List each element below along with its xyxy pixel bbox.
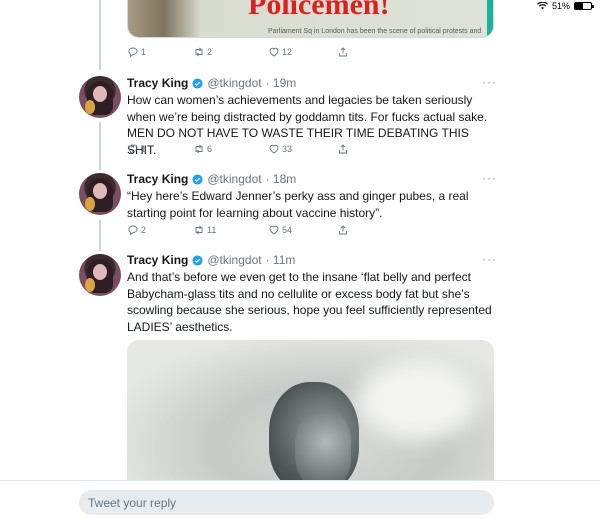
more-options-icon[interactable]: ···	[482, 252, 497, 266]
reply-button[interactable]: 1	[127, 143, 146, 155]
retweet-count: 11	[207, 225, 217, 235]
tweet-header: Tracy King @tkingdot · 19m	[127, 76, 296, 90]
media-caption: Parliament Sq in London has been the sce…	[268, 28, 482, 35]
tweet-actions: 2 11 54	[127, 224, 367, 238]
tweet-actions: 1 6 33	[127, 143, 367, 157]
more-options-icon[interactable]: ···	[482, 75, 497, 89]
retweet-count: 2	[207, 47, 213, 57]
timestamp[interactable]: · 18m	[266, 172, 297, 186]
like-button[interactable]: 33	[268, 143, 292, 155]
reply-icon	[128, 144, 138, 155]
user-handle[interactable]: @tkingdot	[207, 172, 261, 186]
tweet-text: And that’s before we even get to the ins…	[127, 270, 492, 334]
share-icon	[339, 225, 347, 235]
retweet-button[interactable]: 6	[193, 143, 212, 155]
heart-icon	[269, 47, 279, 57]
reply-count: 2	[141, 225, 147, 235]
media-title: Policemen!	[248, 0, 390, 21]
tweet-header: Tracy King @tkingdot · 18m	[127, 172, 296, 186]
like-count: 54	[282, 225, 293, 235]
retweet-icon	[195, 47, 203, 57]
like-count: 12	[282, 47, 293, 57]
verified-badge-icon	[192, 173, 203, 185]
avatar[interactable]	[79, 254, 121, 296]
reply-button[interactable]: 2	[127, 224, 146, 236]
user-handle[interactable]: @tkingdot	[207, 253, 261, 267]
tweet-media-image[interactable]	[127, 340, 494, 490]
heart-icon	[269, 225, 279, 235]
reply-count: 1	[141, 47, 147, 57]
share-icon	[339, 144, 347, 154]
tweet-header: Tracy King @tkingdot · 11m	[127, 253, 295, 267]
retweet-button[interactable]: 2	[193, 46, 212, 58]
like-button[interactable]: 54	[268, 224, 292, 236]
reply-bar	[0, 480, 600, 519]
share-icon	[339, 47, 347, 57]
timestamp[interactable]: · 11m	[266, 253, 296, 267]
retweet-icon	[195, 144, 203, 154]
verified-badge-icon	[192, 254, 203, 266]
thread-line	[99, 122, 101, 170]
like-button[interactable]: 12	[268, 46, 292, 58]
wifi-icon	[537, 2, 548, 10]
avatar[interactable]	[79, 173, 121, 215]
battery-percent: 51%	[551, 1, 570, 11]
user-handle[interactable]: @tkingdot	[207, 76, 261, 90]
reply-input[interactable]	[79, 490, 494, 515]
retweet-count: 6	[207, 144, 213, 154]
display-name[interactable]: Tracy King	[127, 76, 188, 90]
statue-face	[295, 410, 351, 490]
previous-tweet-media[interactable]: Policemen! Parliament Sq in London has b…	[127, 0, 494, 38]
avatar[interactable]	[79, 76, 121, 118]
verified-badge-icon	[192, 77, 203, 89]
display-name[interactable]: Tracy King	[127, 253, 188, 267]
share-button[interactable]	[337, 46, 349, 58]
timestamp[interactable]: · 19m	[266, 76, 297, 90]
thread-line	[99, 0, 101, 70]
reply-icon	[128, 225, 138, 236]
like-count: 33	[282, 144, 293, 154]
reply-count: 1	[141, 144, 147, 154]
heart-icon	[269, 144, 279, 154]
reply-icon	[128, 47, 138, 58]
share-button[interactable]	[337, 224, 349, 236]
retweet-button[interactable]: 11	[193, 224, 216, 236]
reply-button[interactable]: 1	[127, 46, 146, 58]
media-accent	[487, 0, 493, 37]
thread-line	[99, 220, 101, 251]
share-button[interactable]	[337, 143, 349, 155]
tweet-text: “Hey here’s Edward Jenner’s perky ass an…	[127, 189, 469, 220]
battery-icon	[574, 2, 594, 10]
status-indicators: 51%	[537, 1, 594, 11]
more-options-icon[interactable]: ···	[482, 171, 497, 185]
tweet-actions: 1 2 12	[127, 46, 367, 60]
display-name[interactable]: Tracy King	[127, 172, 188, 186]
retweet-icon	[195, 225, 203, 235]
